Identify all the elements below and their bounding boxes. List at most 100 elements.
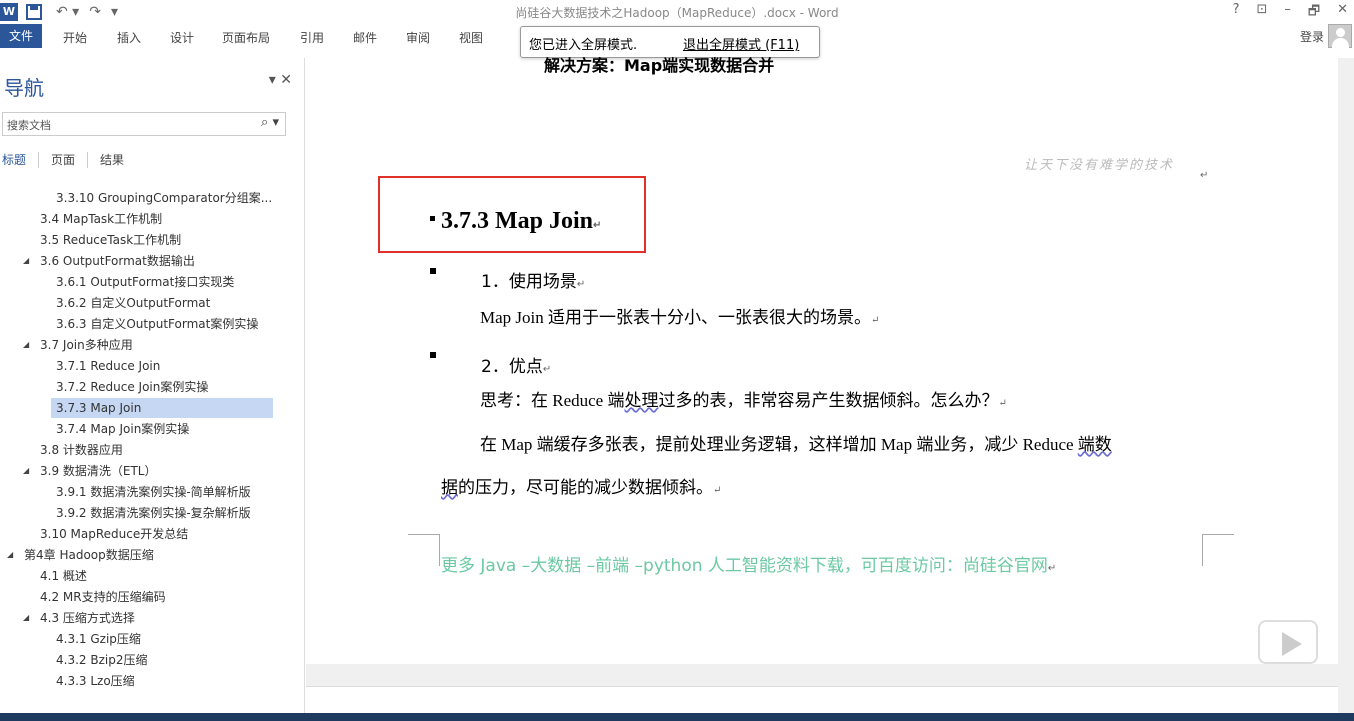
nav-heading-item[interactable]: 4.3.2 Bzip2压缩 [56,650,147,670]
nav-heading-label: 3.9.2 数据清洗案例实操-复杂解析版 [56,506,251,520]
tab-headings[interactable]: 标题 [2,152,40,168]
body-paragraph-3: 在 Map 端缓存多张表，提前处理业务逻辑，这样增加 Map 端业务，减少 Re… [480,430,1112,455]
ribbon-display-icon[interactable]: ⊡ [1256,2,1267,24]
search-input[interactable]: 搜索文档 ⌕ ▾ [2,112,286,136]
title-bar: W ↶ ▾ ↷ ▾ 尚硅谷大数据技术之Hadoop（MapReduce）.doc… [0,0,1354,24]
nav-heading-label: 3.6.2 自定义OutputFormat [56,296,211,310]
exit-fullscreen-link[interactable]: 退出全屏模式 (F11) [683,34,799,53]
avatar[interactable] [1328,24,1352,48]
play-icon[interactable] [1258,620,1318,664]
nav-heading-item[interactable]: 3.9.1 数据清洗案例实操-简单解析版 [56,482,251,502]
nav-heading-item[interactable]: 3.8 计数器应用 [40,440,123,460]
tab-view[interactable]: 视图 [459,29,483,46]
body-text: 过多的表，非常容易产生数据倾斜。怎么办？ [658,391,999,410]
paragraph-mark: ↵ [593,220,602,231]
nav-heading-label: 3.8 计数器应用 [40,443,123,457]
nav-heading-item[interactable]: 3.6.1 OutputFormat接口实现类 [56,272,234,292]
nav-heading-label: 3.4 MapTask工作机制 [40,212,163,226]
nav-heading-label: 3.5 ReduceTask工作机制 [40,233,182,247]
nav-tabs: 标题 页面 结果 [2,152,148,168]
tab-design[interactable]: 设计 [170,29,194,46]
horizontal-scrollbar[interactable] [306,664,1338,686]
body-text: 的压力，尽可能的减少数据倾斜。 [458,478,713,497]
nav-heading-label: 3.7 Join多种应用 [40,338,133,352]
paragraph-mark: ↵ [871,315,880,326]
nav-heading-item[interactable]: 3.5 ReduceTask工作机制 [40,230,181,250]
nav-heading-label: 3.7.2 Reduce Join案例实操 [56,380,209,394]
sign-in-link[interactable]: 登录 [1300,28,1324,45]
nav-heading-label: 3.6.1 OutputFormat接口实现类 [56,275,235,289]
nav-heading-item[interactable]: 3.9.2 数据清洗案例实操-复杂解析版 [56,503,251,523]
nav-heading-item[interactable]: ◢ 3.7 Join多种应用 [23,335,133,355]
spelling-underline-text: 据 [441,478,458,497]
nav-heading-item[interactable]: 3.6.3 自定义OutputFormat案例实操 [56,314,258,334]
taskbar [0,713,1354,721]
window-controls: ? ⊡ – 🗗 ✕ [1216,2,1348,24]
collapse-triangle-icon[interactable]: ◢ [23,335,29,355]
close-icon[interactable]: ✕ [1337,2,1348,24]
nav-heading-item[interactable]: ◢ 3.9 数据清洗（ETL） [23,461,157,481]
nav-heading-label: 4.3.2 Bzip2压缩 [56,653,148,667]
minimize-icon[interactable]: – [1284,2,1291,24]
nav-heading-label: 3.7.4 Map Join案例实操 [56,422,190,436]
fullscreen-message: 您已进入全屏模式. [529,38,638,53]
nav-heading-label: 4.3.1 Gzip压缩 [56,632,141,646]
search-placeholder: 搜索文档 [7,119,51,132]
nav-heading-item[interactable]: ◢ 3.6 OutputFormat数据输出 [23,251,195,271]
collapse-triangle-icon[interactable]: ◢ [23,461,29,481]
nav-heading-item[interactable]: ◢ 第4章 Hadoop数据压缩 [7,545,154,565]
tab-review[interactable]: 审阅 [406,29,430,46]
nav-heading-label: 3.10 MapReduce开发总结 [40,527,189,541]
nav-heading-item[interactable]: 4.3.3 Lzo压缩 [56,671,135,691]
tab-references[interactable]: 引用 [300,29,324,46]
nav-heading-label: 3.3.10 GroupingComparator分组案... [56,191,273,205]
collapse-triangle-icon[interactable]: ◢ [23,608,29,628]
nav-heading-item[interactable]: 3.4 MapTask工作机制 [40,209,162,229]
nav-heading-item[interactable]: 4.3.1 Gzip压缩 [56,629,141,649]
nav-heading-item[interactable]: 3.7.3 Map Join [51,398,273,418]
help-icon[interactable]: ? [1233,2,1240,24]
paragraph-mark: ↵ [1200,170,1209,181]
nav-heading-label: 3.7.3 Map Join [56,401,142,415]
nav-heading-label: 3.9.1 数据清洗案例实操-简单解析版 [56,485,251,499]
nav-heading-item[interactable]: 3.7.2 Reduce Join案例实操 [56,377,208,397]
nav-heading-label: 3.7.1 Reduce Join [56,359,161,373]
paragraph-mark: ↵ [1047,563,1057,574]
nav-heading-item[interactable]: ◢ 4.3 压缩方式选择 [23,608,135,628]
nav-heading-item[interactable]: 4.1 概述 [40,566,87,586]
collapse-triangle-icon[interactable]: ◢ [23,251,29,271]
previous-line-text: 解决方案：Map端实现数据合并 [544,56,775,75]
nav-heading-label: 4.1 概述 [40,569,87,583]
body-paragraph-1: Map Join 适用于一张表十分小、一张表很大的场景。↵ [480,303,879,328]
navigation-pane: 导航 ▾ ✕ 搜索文档 ⌕ ▾ 标题 页面 结果 3.3.10 Grouping… [0,58,305,713]
tab-insert[interactable]: 插入 [117,29,141,46]
nav-pane-close-icon[interactable]: ▾ ✕ [269,72,292,88]
tab-file[interactable]: 文件 [0,24,42,48]
nav-heading-item[interactable]: 4.2 MR支持的压缩编码 [40,587,166,607]
tab-page-layout[interactable]: 页面布局 [222,29,270,46]
window-title: 尚硅谷大数据技术之Hadoop（MapReduce）.docx - Word [515,6,839,20]
tab-results[interactable]: 结果 [100,152,136,168]
paragraph-mark: ↵ [713,485,722,496]
nav-heading-item[interactable]: 3.3.10 GroupingComparator分组案... [56,188,272,208]
spelling-underline-text: 端数 [1077,435,1112,454]
nav-heading-item[interactable]: 3.6.2 自定义OutputFormat [56,293,210,313]
body-paragraph-3-cont: 据的压力，尽可能的减少数据倾斜。↵ [441,473,721,498]
nav-heading-label: 4.3 压缩方式选择 [40,611,135,625]
header-watermark: 让天下没有难学的技术 [1024,158,1175,173]
search-icon[interactable]: ⌕ ▾ [261,115,279,130]
collapse-triangle-icon[interactable]: ◢ [7,545,13,565]
nav-heading-label: 第4章 Hadoop数据压缩 [24,548,154,562]
nav-heading-item[interactable]: 3.10 MapReduce开发总结 [40,524,188,544]
restore-icon[interactable]: 🗗 [1308,2,1320,24]
nav-pane-title: 导航 [4,76,44,100]
vertical-scrollbar[interactable] [1338,58,1354,713]
tab-home[interactable]: 开始 [63,29,87,46]
nav-heading-item[interactable]: 3.7.1 Reduce Join [56,356,160,376]
nav-heading-label: 4.3.3 Lzo压缩 [56,674,135,688]
tab-pages[interactable]: 页面 [51,152,89,168]
subheading-2: 2．优点↵ [481,352,551,377]
nav-heading-item[interactable]: 3.7.4 Map Join案例实操 [56,419,189,439]
tab-mailings[interactable]: 邮件 [353,29,377,46]
nav-heading-label: 3.6 OutputFormat数据输出 [40,254,195,268]
